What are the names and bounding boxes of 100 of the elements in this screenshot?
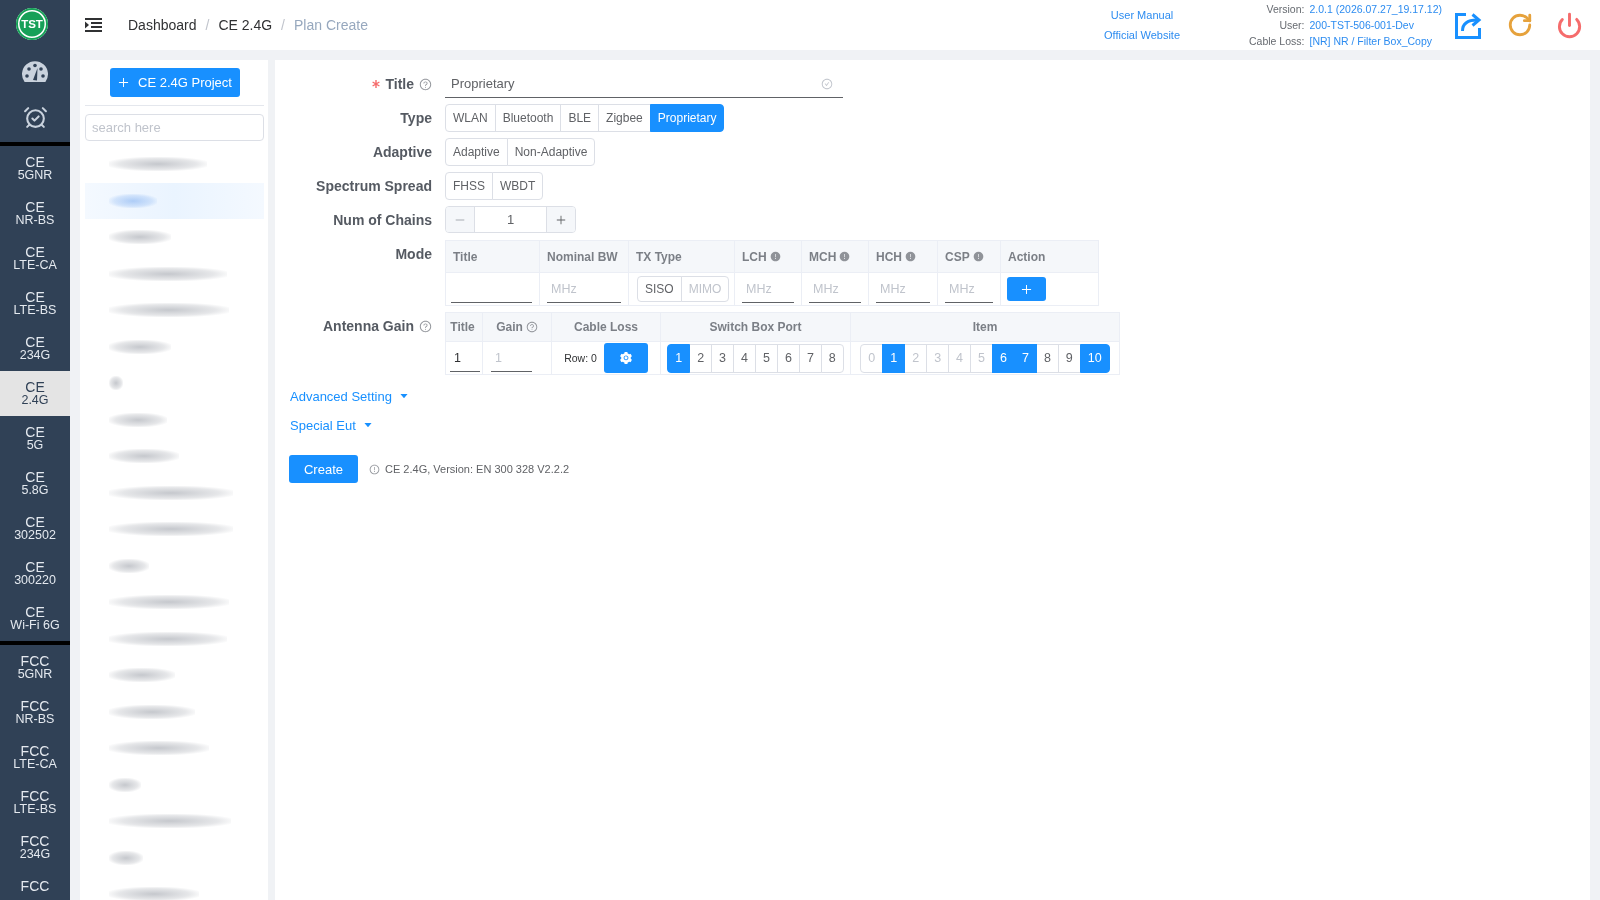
- nav-item[interactable]: FCC LTE-BS: [0, 780, 70, 825]
- help-icon[interactable]: [419, 77, 432, 91]
- segment-button[interactable]: WLAN: [445, 104, 496, 132]
- segment-button[interactable]: FHSS: [445, 172, 493, 200]
- input-field[interactable]: Proprietary: [451, 76, 821, 91]
- help-icon[interactable]: [419, 319, 432, 333]
- segment-button[interactable]: 8: [820, 343, 844, 373]
- segment-button[interactable]: Non-Adaptive: [506, 138, 596, 166]
- help-icon[interactable]: [525, 321, 538, 333]
- add-button[interactable]: [1007, 277, 1046, 301]
- info-value: 200-TST-506-001-Dev: [1309, 18, 1415, 33]
- input-field[interactable]: 1: [450, 344, 480, 372]
- version-note: CE 2.4G, Version: EN 300 328 V2.2.2: [385, 463, 570, 475]
- decrement-button[interactable]: [446, 207, 474, 232]
- segment-button[interactable]: WBDT: [492, 172, 544, 200]
- logo: TST: [16, 8, 48, 40]
- field-label: Adaptive: [372, 144, 432, 160]
- blurred-text: [109, 193, 157, 208]
- alarm-clock-icon[interactable]: [22, 104, 48, 130]
- segment-button[interactable]: 7: [798, 343, 822, 373]
- refresh-icon[interactable]: [1507, 12, 1533, 38]
- input-field[interactable]: MHz: [742, 275, 794, 303]
- column-header: Nominal BW: [547, 249, 618, 264]
- search-field[interactable]: search here: [85, 114, 264, 141]
- segment-button[interactable]: Bluetooth: [494, 104, 562, 132]
- breadcrumb-link[interactable]: Dashboard: [128, 17, 197, 33]
- advanced-setting-link[interactable]: Advanced Setting: [290, 387, 409, 405]
- column-header: Item: [972, 320, 998, 334]
- info-value: [NR] NR / Filter Box_Copy: [1309, 34, 1433, 49]
- gear-icon: [618, 351, 633, 365]
- increment-button[interactable]: [547, 207, 575, 232]
- caret-down-icon: [362, 420, 373, 430]
- blurred-text: [109, 668, 175, 683]
- blurred-text: [109, 850, 143, 865]
- settings-button[interactable]: [603, 343, 648, 373]
- segment-button[interactable]: 9: [1057, 343, 1081, 373]
- nav-item[interactable]: CE LTE-CA: [0, 236, 70, 281]
- input-field[interactable]: MHz: [876, 275, 930, 303]
- breadcrumb-link[interactable]: CE 2.4G: [218, 17, 273, 33]
- column-header: Title: [450, 320, 475, 334]
- segment-button[interactable]: BLE: [560, 104, 600, 132]
- field-label: Spectrum Spread: [316, 178, 432, 194]
- column-header: Action: [1008, 249, 1046, 264]
- nav-item[interactable]: CE 5.8G: [0, 461, 70, 506]
- input-field[interactable]: MHz: [945, 275, 993, 303]
- header-link[interactable]: Official Website: [1104, 28, 1180, 42]
- segment-button[interactable]: Zigbee: [598, 104, 651, 132]
- nav-item[interactable]: CE 5GNR: [0, 146, 70, 191]
- nav-item[interactable]: CE 302502: [0, 506, 70, 551]
- segment-button[interactable]: 8: [1035, 343, 1059, 373]
- nav-item[interactable]: CE 300220: [0, 551, 70, 596]
- list-item[interactable]: [85, 182, 264, 219]
- row-count-text: Row: 0: [564, 352, 597, 364]
- nav-item[interactable]: CE NR-BS: [0, 191, 70, 236]
- special-eut-link[interactable]: Special Eut: [290, 416, 373, 434]
- nav-item[interactable]: FCC 5GNR: [0, 645, 70, 690]
- nav-item[interactable]: CE 5G: [0, 416, 70, 461]
- column-header: MCH: [809, 249, 837, 264]
- share-icon[interactable]: [1454, 10, 1484, 40]
- nav-item[interactable]: FCC NR-BS: [0, 690, 70, 735]
- nav-item[interactable]: FCC: [0, 870, 70, 900]
- input-field[interactable]: 1: [491, 344, 532, 372]
- header-link[interactable]: User Manual: [1110, 8, 1174, 22]
- blurred-text: [109, 449, 179, 464]
- column-header: Cable Loss: [574, 320, 638, 334]
- field-label: Title: [385, 76, 414, 92]
- nav-item[interactable]: CE Wi-Fi 6G: [0, 596, 70, 641]
- gauge-icon[interactable]: [21, 60, 49, 82]
- breadcrumb-separator: /: [205, 17, 210, 33]
- exclamation-icon: [369, 463, 380, 475]
- blurred-text: [109, 412, 167, 427]
- info-value: 2.0.1 (2026.07.27_19.17.12): [1309, 2, 1442, 17]
- breadcrumb-current: Plan Create: [294, 17, 368, 33]
- caret-down-icon: [398, 391, 409, 401]
- column-header: Title: [453, 249, 478, 264]
- field-label: Num of Chains: [333, 212, 432, 228]
- power-icon[interactable]: [1556, 11, 1583, 39]
- blurred-text: [109, 376, 123, 391]
- nav-item[interactable]: CE 234G: [0, 326, 70, 371]
- nav-item[interactable]: FCC LTE-CA: [0, 735, 70, 780]
- field-label: Type: [400, 110, 432, 126]
- nav-item[interactable]: CE 2.4G: [0, 371, 70, 416]
- segment-button[interactable]: Adaptive: [445, 138, 508, 166]
- column-header: LCH: [742, 249, 767, 264]
- number-stepper[interactable]: 1: [445, 206, 576, 233]
- input-field[interactable]: MHz: [547, 275, 621, 303]
- plus-icon: [117, 76, 131, 89]
- nav-item[interactable]: CE LTE-BS: [0, 281, 70, 326]
- segment-button[interactable]: 4: [733, 343, 756, 373]
- segment-button[interactable]: 3: [711, 343, 735, 373]
- column-header: Switch Box Port: [709, 320, 802, 334]
- number-input[interactable]: 1: [474, 207, 547, 232]
- blurred-text: [109, 558, 149, 573]
- menu-icon[interactable]: [85, 18, 102, 32]
- text-field[interactable]: Proprietary: [445, 70, 843, 98]
- nav-item[interactable]: FCC 234G: [0, 825, 70, 870]
- segment-button[interactable]: SISO: [637, 276, 682, 302]
- segment-button[interactable]: 5: [755, 343, 778, 373]
- input-field[interactable]: MHz: [809, 275, 861, 303]
- segment-button[interactable]: 6: [776, 343, 800, 373]
